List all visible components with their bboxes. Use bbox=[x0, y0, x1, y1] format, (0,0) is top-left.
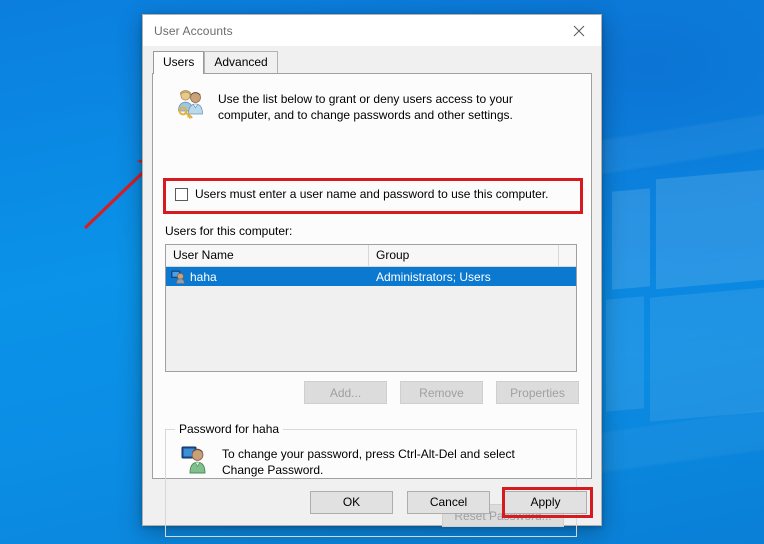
users-list-body: haha Administrators; Users bbox=[166, 267, 576, 371]
require-password-checkbox-label: Users must enter a user name and passwor… bbox=[195, 187, 549, 201]
dialog-button-bar: OK Cancel Apply bbox=[143, 479, 601, 525]
require-password-checkbox[interactable] bbox=[175, 187, 188, 201]
password-group-title: Password for haha bbox=[175, 422, 284, 436]
password-group-content: To change your password, press Ctrl-Alt-… bbox=[166, 430, 576, 478]
users-list-empty-area bbox=[166, 286, 576, 371]
users-tab-page: Use the list below to grant or deny user… bbox=[152, 73, 592, 537]
dialog-titlebar[interactable]: User Accounts bbox=[143, 15, 601, 46]
users-list[interactable]: User Name Group haha Administrators; Use… bbox=[165, 244, 577, 372]
wallpaper-light-streak-upper bbox=[596, 110, 764, 176]
users-list-header: User Name Group bbox=[166, 245, 576, 267]
tab-advanced[interactable]: Advanced bbox=[204, 51, 278, 73]
apply-button[interactable]: Apply bbox=[504, 490, 587, 514]
dialog-title: User Accounts bbox=[154, 23, 233, 38]
user-name-value: haha bbox=[190, 269, 217, 284]
add-button[interactable]: Add... bbox=[304, 381, 387, 404]
require-password-checkbox-row[interactable]: Users must enter a user name and passwor… bbox=[175, 187, 549, 201]
user-group-cell: Administrators; Users bbox=[376, 269, 491, 284]
password-group-text: To change your password, press Ctrl-Alt-… bbox=[222, 447, 515, 477]
user-account-icon bbox=[171, 270, 185, 284]
wallpaper-pane-bottom-left bbox=[606, 296, 644, 412]
tab-strip: Users Advanced bbox=[143, 46, 601, 74]
column-header-user-name[interactable]: User Name bbox=[166, 245, 369, 266]
intro-text: Use the list below to grant or deny user… bbox=[218, 92, 513, 122]
user-at-monitor-icon bbox=[181, 446, 206, 474]
wallpaper-pane-top-right bbox=[656, 168, 764, 290]
user-name-cell: haha bbox=[166, 270, 369, 284]
tab-users[interactable]: Users bbox=[153, 51, 205, 74]
intro-row: Use the list below to grant or deny user… bbox=[175, 87, 579, 123]
wallpaper-pane-top-left bbox=[612, 188, 650, 290]
column-header-group[interactable]: Group bbox=[369, 245, 559, 266]
ok-button[interactable]: OK bbox=[310, 490, 393, 514]
close-button[interactable] bbox=[556, 15, 601, 46]
user-accounts-dialog: User Accounts Users Advanced Use the lis… bbox=[142, 14, 602, 537]
table-row[interactable]: haha Administrators; Users bbox=[166, 267, 576, 286]
remove-button[interactable]: Remove bbox=[400, 381, 483, 404]
users-list-label: Users for this computer: bbox=[165, 224, 293, 238]
tab-advanced-label: Advanced bbox=[214, 55, 268, 69]
two-users-with-key-icon bbox=[178, 90, 203, 119]
wallpaper-pane-bottom-right bbox=[650, 286, 764, 422]
close-icon bbox=[573, 25, 584, 36]
tab-users-label: Users bbox=[163, 55, 195, 69]
list-action-buttons: Add... Remove Properties bbox=[153, 381, 591, 404]
properties-button[interactable]: Properties bbox=[496, 381, 579, 404]
cancel-button[interactable]: Cancel bbox=[407, 490, 490, 514]
